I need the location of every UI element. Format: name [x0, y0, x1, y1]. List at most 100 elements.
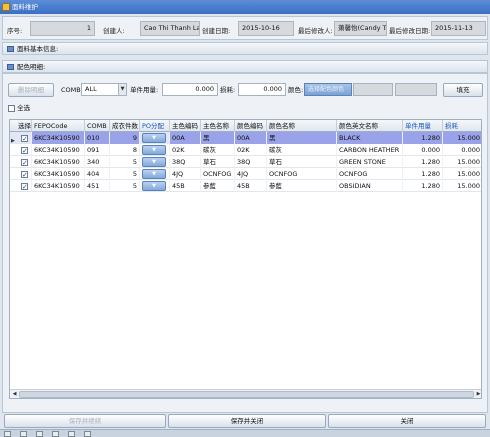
color-detail-title: 配色明细: — [17, 63, 46, 71]
cell-color-name: 碳灰 — [267, 144, 337, 156]
cell-main-name: 碳灰 — [201, 144, 235, 156]
row-select-cell — [10, 168, 32, 180]
delete-detail-button[interactable]: 删除明细 — [8, 83, 54, 97]
table-row[interactable]: 6KC34K105900918▼02K碳灰02K碳灰CARBON HEATHER… — [10, 144, 481, 156]
cell-loss: 15.000 — [443, 180, 481, 192]
taskbar — [0, 429, 490, 437]
col-usage[interactable]: 单件用量 — [403, 120, 443, 132]
table-row[interactable]: ▶6KC34K105900109▼00A黑00A黑BLACK1.28015.00… — [10, 132, 481, 144]
col-color-en[interactable]: 颜色英文名称 — [337, 120, 403, 132]
close-button[interactable]: 关闭 — [328, 414, 486, 428]
col-qty[interactable]: 成衣件数 — [110, 120, 140, 132]
scroll-thumb[interactable] — [19, 391, 474, 398]
col-po[interactable]: PO分配 — [140, 120, 170, 132]
cell-color-code: 02K — [235, 144, 267, 156]
modifier-field: 萧馨怡(Candy Tang) — [334, 21, 387, 36]
row-checkbox[interactable] — [21, 181, 28, 192]
comb-select[interactable]: ALL ▼ — [81, 83, 127, 96]
app-icon — [2, 3, 10, 11]
cell-loss: 15.000 — [443, 156, 481, 168]
cell-loss: 15.000 — [443, 132, 481, 144]
cell-main-code: 00A — [170, 132, 201, 144]
footer-bar: 保存并继续 保存并关闭 关闭 — [2, 414, 488, 428]
row-select-cell — [10, 156, 32, 168]
color-select-label: 选择配色颜色 — [308, 86, 345, 93]
cell-comb: 091 — [85, 144, 110, 156]
loss-input[interactable]: 0.000 — [238, 83, 286, 96]
cell-qty: 5 — [110, 156, 140, 168]
creator-field: Cao Thi Thanh Lan(N — [140, 21, 200, 36]
col-loss[interactable]: 损耗 — [443, 120, 481, 132]
color-detail-grid: 选择 FEPOCode COMB 成衣件数 PO分配 主色编码 主色名称 颜色编… — [9, 119, 482, 399]
color-select-button[interactable]: 选择配色颜色 — [304, 83, 352, 96]
row-checkbox[interactable] — [21, 145, 28, 156]
cell-color-name: 参藍 — [267, 180, 337, 192]
comb-label: COMB: — [61, 86, 83, 94]
cell-fepo: 6KC34K10590 — [32, 156, 85, 168]
col-fepocode[interactable]: FEPOCode — [32, 120, 85, 132]
col-main-code[interactable]: 主色编码 — [170, 120, 201, 132]
modify-date-field: 2015-11-13 — [431, 21, 486, 36]
cell-color-en: OBSIDIAN — [337, 180, 403, 192]
row-checkbox[interactable] — [21, 169, 28, 180]
po-allocate-button[interactable]: ▼ — [142, 133, 166, 143]
color-detail-section[interactable]: 配色明细: — [2, 60, 488, 73]
cell-usage: 0.000 — [403, 144, 443, 156]
table-row[interactable]: 6KC34K105904515▼45B参藍45B参藍OBSIDIAN1.2801… — [10, 180, 481, 192]
color-label: 颜色: — [288, 86, 304, 94]
cell-color-name: 草石 — [267, 156, 337, 168]
unit-usage-input[interactable]: 0.000 — [162, 83, 218, 96]
cell-usage: 1.280 — [403, 156, 443, 168]
cell-comb: 451 — [85, 180, 110, 192]
scroll-right-icon[interactable]: ▶ — [474, 390, 481, 398]
cell-color-code: 4JQ — [235, 168, 267, 180]
row-checkbox[interactable] — [21, 133, 28, 144]
col-color-code[interactable]: 颜色编码 — [235, 120, 267, 132]
taskbar-app-icon[interactable] — [52, 431, 59, 437]
select-all[interactable]: 全选 — [8, 102, 30, 112]
cell-color-name: 黑 — [267, 132, 337, 144]
po-cell: ▼ — [140, 132, 170, 144]
po-allocate-button[interactable]: ▼ — [142, 169, 166, 179]
taskbar-app-icon[interactable] — [36, 431, 43, 437]
col-color-name[interactable]: 颜色名称 — [267, 120, 337, 132]
basic-info-section[interactable]: 面料基本信息: — [2, 42, 488, 55]
chevron-down-icon[interactable]: ▼ — [118, 84, 126, 95]
cell-qty: 8 — [110, 144, 140, 156]
table-row[interactable]: 6KC34K105903405▼38Q草石38Q草石GREEN STONE1.2… — [10, 156, 481, 168]
seq-field: 1 — [30, 21, 95, 36]
window-titlebar: 面料维护 — [0, 0, 490, 14]
detail-toolbar: 删除明细 COMB: ALL ▼ 单件用量: 0.000 损耗: 0.000 颜… — [6, 83, 486, 97]
taskbar-app-icon[interactable] — [68, 431, 75, 437]
fill-button[interactable]: 填充 — [443, 83, 483, 97]
select-all-checkbox[interactable] — [8, 104, 15, 112]
po-allocate-button[interactable]: ▼ — [142, 157, 166, 167]
cell-comb: 404 — [85, 168, 110, 180]
table-row[interactable]: 6KC34K105904045▼4JQOCNFOG4JQOCNFOGOCNFOG… — [10, 168, 481, 180]
col-comb[interactable]: COMB — [85, 120, 110, 132]
cell-main-name: 草石 — [201, 156, 235, 168]
col-main-name[interactable]: 主色名称 — [201, 120, 235, 132]
save-close-button[interactable]: 保存并关闭 — [168, 414, 326, 428]
color-detail-panel: 删除明细 COMB: ALL ▼ 单件用量: 0.000 损耗: 0.000 颜… — [2, 73, 488, 413]
taskbar-app-icon[interactable] — [4, 431, 11, 437]
window-title: 面料维护 — [12, 3, 38, 11]
cell-qty: 9 — [110, 132, 140, 144]
current-row-icon: ▶ — [11, 138, 15, 144]
cell-fepo: 6KC34K10590 — [32, 180, 85, 192]
taskbar-app-icon[interactable] — [20, 431, 27, 437]
save-continue-button[interactable]: 保存并继续 — [4, 414, 166, 428]
cell-main-code: 4JQ — [170, 168, 201, 180]
cell-qty: 5 — [110, 180, 140, 192]
po-allocate-button[interactable]: ▼ — [142, 145, 166, 155]
select-all-label: 全选 — [17, 104, 31, 112]
row-checkbox[interactable] — [21, 157, 28, 168]
scroll-left-icon[interactable]: ◀ — [10, 390, 19, 398]
horizontal-scrollbar[interactable]: ◀ ▶ — [10, 389, 481, 398]
cell-qty: 5 — [110, 168, 140, 180]
taskbar-app-icon[interactable] — [84, 431, 91, 437]
po-allocate-button[interactable]: ▼ — [142, 181, 166, 191]
cell-color-code: 38Q — [235, 156, 267, 168]
col-select[interactable]: 选择 — [10, 120, 32, 132]
cell-comb: 340 — [85, 156, 110, 168]
